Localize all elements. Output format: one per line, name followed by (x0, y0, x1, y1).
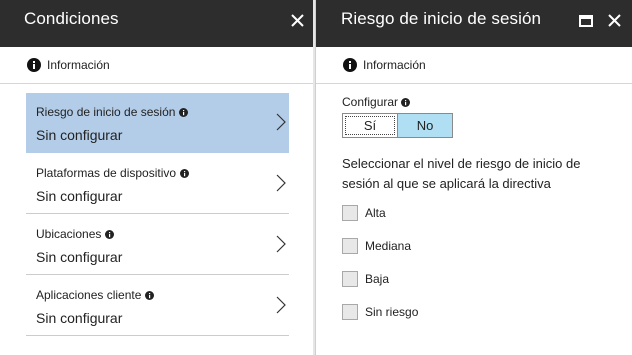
chevron-right-icon (276, 113, 286, 131)
close-icon[interactable] (287, 10, 309, 32)
checkbox-label: Sin riesgo (365, 305, 419, 319)
checkbox-label: Baja (365, 272, 390, 286)
checkbox-box[interactable] (342, 271, 358, 287)
sign-in-risk-blade-title: Riesgo de inicio de sesión (341, 9, 542, 28)
toggle-option-no[interactable]: No (397, 114, 452, 137)
condition-item-value: Sin configurar (36, 127, 123, 143)
chevron-right-icon (276, 235, 286, 253)
checkbox-box[interactable] (342, 205, 358, 221)
info-icon (401, 98, 411, 107)
maximize-icon[interactable] (575, 10, 597, 32)
configure-toggle: Sí No (342, 113, 453, 138)
info-icon (105, 230, 115, 239)
configure-label: Configurar (342, 95, 411, 109)
risk-level-description: Seleccionar el nivel de riesgo de inicio… (342, 156, 581, 191)
conditions-blade-title: Condiciones (24, 9, 119, 28)
condition-item-value: Sin configurar (36, 249, 123, 265)
close-icon[interactable] (604, 10, 626, 32)
condition-item-value: Sin configurar (36, 310, 123, 326)
conditions-blade: Condiciones Información Riesgo de inicio… (0, 0, 314, 355)
checkbox-box[interactable] (342, 304, 358, 320)
checkbox-label: Alta (365, 206, 386, 220)
checkbox-box[interactable] (342, 238, 358, 254)
chevron-right-icon (276, 174, 286, 192)
conditions-blade-header: Condiciones (0, 0, 313, 47)
info-icon (145, 291, 155, 300)
condition-item-title: Plataformas de dispositivo (36, 166, 190, 180)
toggle-option-yes[interactable]: Sí (343, 114, 397, 137)
info-icon (27, 58, 41, 72)
sign-in-risk-blade-header: Riesgo de inicio de sesión (316, 0, 632, 47)
condition-item-device-platforms[interactable]: Plataformas de dispositivo Sin configura… (26, 154, 289, 214)
sign-in-risk-blade: Riesgo de inicio de sesión Información C… (315, 0, 632, 355)
conditions-info-link[interactable]: Información (0, 47, 313, 84)
condition-item-locations[interactable]: Ubicaciones Sin configurar (26, 215, 289, 275)
checkbox-label: Mediana (365, 239, 412, 253)
sign-in-risk-info-link[interactable]: Información (316, 47, 632, 84)
info-icon (180, 169, 190, 178)
condition-item-client-apps[interactable]: Aplicaciones cliente Sin configurar (26, 276, 289, 336)
condition-item-value: Sin configurar (36, 188, 123, 204)
info-label: Información (363, 58, 426, 72)
info-icon (179, 108, 189, 117)
condition-item-title: Riesgo de inicio de sesión (36, 105, 189, 119)
info-icon (343, 58, 357, 72)
condition-item-title: Aplicaciones cliente (36, 288, 155, 302)
condition-item-title: Ubicaciones (36, 227, 115, 241)
condition-item-sign-in-risk[interactable]: Riesgo de inicio de sesión Sin configura… (26, 93, 289, 153)
info-label: Información (47, 58, 110, 72)
chevron-right-icon (276, 296, 286, 314)
